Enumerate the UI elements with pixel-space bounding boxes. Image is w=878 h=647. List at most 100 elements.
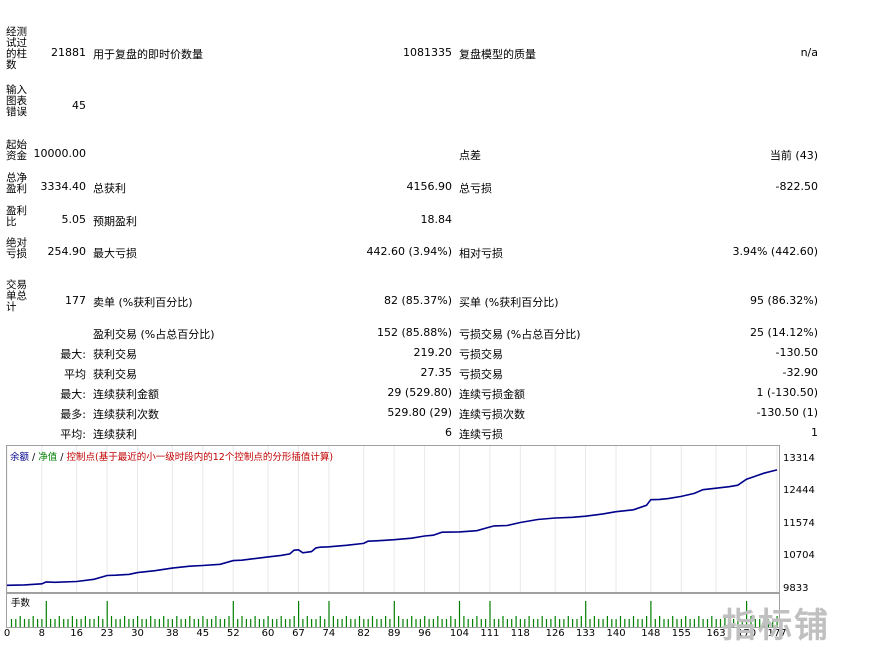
volume-bar (628, 619, 630, 627)
long-positions-label: 买单 (%获利百分比) (459, 296, 559, 309)
volume-bar (32, 616, 34, 627)
y-tick-label: 9833 (783, 583, 809, 594)
ticks-value: 1081335 (403, 46, 452, 59)
volume-bar (676, 619, 678, 627)
x-tick-label: 45 (196, 628, 210, 639)
volume-bar (693, 619, 695, 627)
gross-profit-value: 4156.90 (406, 180, 453, 193)
quality-value: n/a (800, 46, 818, 59)
volume-bar (93, 619, 95, 627)
x-tick-label: 16 (70, 628, 83, 639)
volume-bar (80, 619, 82, 627)
volume-bar (215, 616, 217, 627)
volume-bar (489, 601, 491, 627)
volume-bar (224, 619, 226, 627)
volume-bar (84, 616, 86, 627)
volume-bar (50, 619, 52, 627)
volume-chart-frame: 手数 (6, 593, 780, 628)
volume-bar (567, 616, 569, 627)
watermark-logo: 指标铺 (722, 606, 830, 646)
volume-bar (454, 619, 456, 627)
legend-sep-2: / (57, 452, 67, 463)
volume-bar (171, 619, 173, 627)
absolute-drawdown-value: 254.90 (47, 245, 87, 258)
gross-loss-label: 总亏损 (459, 182, 492, 195)
volume-bar (180, 619, 182, 627)
max-consecutive-wins-value: 29 (529.80) (387, 386, 452, 399)
volume-bar (632, 616, 635, 627)
volume-bar (706, 619, 709, 627)
volume-bar (445, 619, 448, 627)
volume-bar (698, 616, 700, 627)
volume-bar (184, 619, 187, 627)
most-consecutive-losses-value: -130.50 (1) (756, 406, 818, 419)
largest-loss-value: -130.50 (775, 346, 818, 359)
volume-bar (254, 616, 256, 627)
volume-bar (502, 616, 504, 627)
volume-bar (145, 619, 147, 627)
max-drawdown-label: 最大亏损 (93, 247, 137, 260)
volume-bar (715, 619, 717, 627)
volume-bar (250, 619, 252, 627)
expected-payoff-value: 18.84 (420, 213, 453, 226)
average-win-label: 获利交易 (93, 368, 137, 381)
x-tick-label: 23 (100, 628, 114, 639)
avg-consecutive-losses-value: 1 (811, 426, 818, 439)
volume-bar (480, 619, 482, 627)
volume-bar (472, 619, 474, 627)
volume-bar (76, 619, 78, 627)
volume-bar (493, 619, 495, 627)
volume-bar (654, 619, 656, 627)
volume-bar (89, 619, 91, 627)
max-drawdown-value: 442.60 (3.94%) (366, 245, 452, 258)
volume-bar (593, 616, 595, 627)
volume-bar (280, 616, 282, 627)
volume-bar (228, 616, 230, 627)
volume-bar (580, 616, 582, 627)
volume-label: 手数 (11, 598, 31, 609)
volume-bar (545, 619, 548, 627)
volume-bar (598, 619, 600, 627)
volume-bar (28, 619, 30, 627)
volume-bar (167, 619, 169, 627)
x-tick-label: 111 (480, 628, 500, 639)
volume-bar (624, 619, 626, 627)
y-tick-label: 11574 (783, 517, 815, 529)
total-trades-label: 交易单总计 (6, 279, 27, 313)
volume-bar (458, 601, 461, 627)
x-tick-label: 118 (510, 628, 530, 639)
volume-bar (219, 619, 221, 627)
volume-bar (371, 616, 374, 627)
volume-bar (641, 619, 643, 627)
deposit-value: 10000.00 (33, 147, 87, 160)
volume-bar (119, 619, 121, 627)
total-trades-value: 177 (65, 294, 86, 307)
largest-win-value: 219.20 (413, 346, 453, 359)
avg-consecutive-wins-value: 6 (445, 426, 452, 439)
volume-bar (284, 619, 287, 627)
expected-payoff-label: 预期盈利 (93, 215, 137, 228)
average-prefix: 平均 (64, 368, 86, 381)
net-profit-value: 3334.40 (40, 180, 87, 193)
volume-bar (385, 616, 387, 627)
volume-bar (680, 619, 682, 627)
volume-bar (615, 619, 617, 627)
volume-bar (15, 619, 17, 627)
volume-bar (350, 619, 352, 627)
profit-factor-label: 盈利比 (6, 205, 27, 228)
chart-legend: 余额 / 净值 / 控制点(基于最近的小一级时段内的12个控制点的分形插值计算) (10, 449, 333, 463)
volume-bar (463, 616, 465, 627)
volume-bar (306, 616, 308, 627)
volume-bar (585, 601, 587, 627)
volume-bar (485, 619, 487, 627)
volume-bar (650, 601, 652, 627)
volume-bar (550, 619, 552, 627)
volume-bar (302, 619, 304, 627)
x-tick-label: 60 (261, 628, 275, 639)
volume-bar (398, 616, 400, 627)
volume-bar (345, 616, 347, 627)
absolute-drawdown-label: 绝对亏损 (6, 237, 27, 260)
volume-bar (498, 619, 500, 627)
volume-bar (23, 619, 26, 627)
long-positions-value: 95 (86.32%) (749, 294, 818, 307)
